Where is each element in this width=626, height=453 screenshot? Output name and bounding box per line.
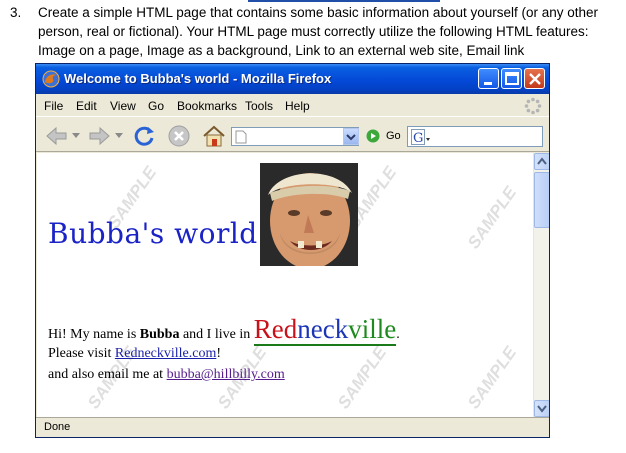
status-text: Done [44,421,71,433]
visit-prefix: Please visit [48,346,115,361]
bubba-photo [260,163,358,266]
chevron-down-icon [537,405,547,413]
chevron-up-icon [537,157,547,165]
menu-file[interactable]: File [44,99,63,113]
google-icon[interactable]: G [411,129,431,145]
menu-view[interactable]: View [110,99,136,113]
maximize-icon [505,72,519,85]
address-bar[interactable] [231,127,359,146]
menu-edit[interactable]: Edit [76,99,97,113]
go-button-label[interactable]: Go [386,130,401,142]
page-icon [235,130,247,144]
watermark: SAMPLE [463,183,521,253]
external-site-link[interactable]: Redneckville.com [115,346,216,361]
watermark: SAMPLE [333,343,391,413]
assignment-number: 3. [10,5,22,20]
top-rule [248,0,440,2]
firefox-window: Welcome to Bubba's world - Mozilla Firef… [35,63,550,438]
menu-go[interactable]: Go [148,99,164,113]
status-bar: Done [36,417,549,437]
back-dropdown-icon[interactable] [72,133,80,139]
window-title: Welcome to Bubba's world - Mozilla Firef… [64,71,332,86]
close-icon [529,73,541,85]
intro-suffix: and I live in [179,327,254,342]
stop-icon[interactable] [166,123,192,149]
scroll-thumb[interactable] [534,172,549,228]
forward-dropdown-icon[interactable] [115,133,123,139]
svg-text:G: G [413,131,423,145]
assignment-body: Create a simple HTML page that contains … [38,5,599,58]
email-prefix: and also email me at [48,367,167,382]
minimize-button[interactable] [478,68,499,89]
maximize-button[interactable] [501,68,522,89]
dropdown-icon [346,134,356,141]
menu-bar: File Edit View Go Bookmarks Tools Help [36,94,549,116]
scroll-down-button[interactable] [534,400,549,417]
intro-line: Hi! My name is Bubba and I live in Redne… [48,314,400,346]
back-icon[interactable] [44,123,70,149]
vertical-scrollbar[interactable] [533,153,549,417]
page-heading: Bubba's world [48,217,258,250]
forward-icon[interactable] [86,123,112,149]
email-link[interactable]: bubba@hillbilly.com [167,367,285,382]
search-bar[interactable]: G [407,126,543,147]
scroll-up-button[interactable] [534,153,549,170]
title-bar[interactable]: Welcome to Bubba's world - Mozilla Firef… [36,64,549,94]
reload-icon[interactable] [131,123,157,149]
throbber-icon [524,97,542,115]
minimize-icon [484,82,492,85]
page-content: SAMPLE SAMPLE SAMPLE SAMPLE SAMPLE SAMPL… [37,153,533,417]
navigation-toolbar: Go G [36,116,549,152]
email-line: and also email me at bubba@hillbilly.com [48,367,285,383]
firefox-icon [42,70,60,88]
redneckville-logo: Redneckville [253,314,397,346]
person-name: Bubba [139,327,180,342]
home-icon[interactable] [201,123,227,149]
address-dropdown[interactable] [343,128,359,145]
go-icon[interactable] [366,129,380,143]
close-button[interactable] [524,68,545,89]
visit-line: Please visit Redneckville.com! [48,346,222,361]
intro-prefix: Hi! My name is [48,327,140,342]
watermark: SAMPLE [463,343,521,413]
menu-tools[interactable]: Tools [245,99,273,113]
menu-bookmarks[interactable]: Bookmarks [177,99,237,113]
menu-help[interactable]: Help [285,99,310,113]
